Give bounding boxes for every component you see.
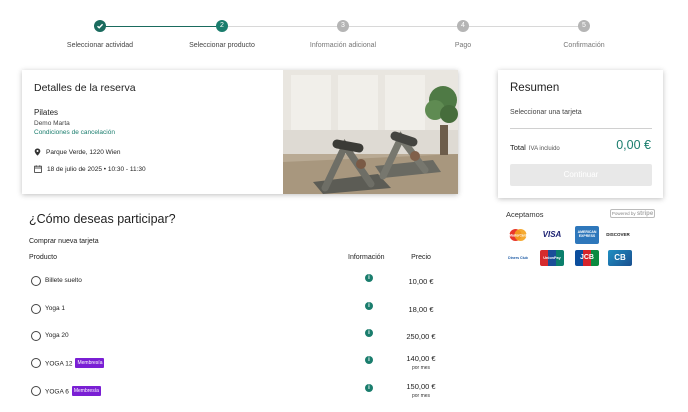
column-header-price: Precio [411,254,431,261]
total-amount: 0,00 € [616,138,651,152]
step-number: 2 [216,20,228,32]
stepper-line [100,26,222,27]
svg-text:MasterCard: MasterCard [509,234,527,238]
product-price: 250,00 € [406,332,436,341]
product-radio[interactable] [31,276,41,286]
product-name: YOGA 6 Membresía [45,386,101,397]
product-name: Yoga 20 [45,332,69,339]
step-number: 3 [337,20,349,32]
datetime-text: 18 de julio de 2025 • 10:30 - 11:30 [47,165,146,173]
product-radio[interactable] [31,386,41,396]
activity-name: Pilates [34,108,59,117]
product-price: 10,00 € [408,277,434,286]
yoga-class-photo [283,70,458,194]
location-row: Parque Verde, 1220 Wien [34,148,274,156]
location-pin-icon [34,148,41,156]
step-label: Seleccionar actividad [66,42,134,49]
column-header-info: Información [348,254,385,261]
summary-card: Resumen Seleccionar una tarjeta Total IVA… [498,70,663,198]
jcb-icon: JCB [575,250,599,266]
product-name: Yoga 1 [45,305,66,312]
diners-club-icon: Diners Club [508,256,528,260]
location-text: Parque Verde, 1220 Wien [46,148,121,156]
tax-note: IVA incluido [528,146,560,152]
step-select-activity[interactable]: Seleccionar actividad [40,20,160,49]
continue-button[interactable]: Continuar [510,164,652,186]
buy-new-card-label: Comprar nueva tarjeta [29,238,99,245]
product-row[interactable]: YOGA 12 Membresía i 140,00 € por mes [29,354,449,384]
datetime-row: 18 de julio de 2025 • 10:30 - 11:30 [34,165,274,173]
step-label: Información adicional [309,42,377,49]
visa-icon: VISA [542,230,562,239]
amex-icon: AMERICAN EXPRESS [575,226,599,244]
step-number: 4 [457,20,469,32]
discover-icon: DISCOVER [606,232,630,237]
price-period: por mes [411,393,431,399]
product-row[interactable]: Yoga 20 i 250,00 € [29,329,449,357]
price-period: por mes [411,365,431,371]
stepper-line [222,26,586,27]
product-price: 140,00 € [406,354,436,363]
product-radio[interactable] [31,331,41,341]
instructor-name: Demo Marta [34,120,70,127]
step-label: Confirmación [563,42,605,49]
product-name-text: YOGA 12 [45,360,73,368]
product-row[interactable]: Yoga 1 i 18,00 € [29,302,449,330]
stripe-prefix: Powered by [611,211,636,216]
membership-badge: Membresía [75,358,105,368]
mastercard-icon: MasterCard [506,227,530,243]
participation-title: ¿Cómo deseas participar? [29,212,176,226]
product-name: YOGA 12 Membresía [45,358,105,369]
cancellation-policy-link[interactable]: Condiciones de cancelación [34,129,274,136]
stripe-name: stripe [636,211,654,217]
progress-stepper: Seleccionar actividad 2 Seleccionar prod… [0,20,688,60]
reservation-details-card: Detalles de la reserva Pilates Demo Mart… [22,70,458,194]
info-icon[interactable]: i [365,356,373,364]
product-price: 18,00 € [408,305,434,314]
product-row[interactable]: YOGA 6 Membresía i 150,00 € por mes [29,382,449,412]
info-icon[interactable]: i [365,384,373,392]
product-radio[interactable] [31,358,41,368]
info-icon[interactable]: i [365,329,373,337]
step-label: Seleccionar producto [189,42,255,49]
info-icon[interactable]: i [365,274,373,282]
product-row[interactable]: Billete suelto i 10,00 € [29,274,449,302]
step-number: 5 [578,20,590,32]
reservation-title: Detalles de la reserva [34,82,136,94]
calendar-icon [34,165,42,173]
info-icon[interactable]: i [365,302,373,310]
total-text: Total [510,143,526,152]
product-name: Billete suelto [45,277,82,284]
step-additional-info: 3 Información adicional [283,20,403,49]
powered-by-stripe-badge: Powered by stripe [610,209,655,218]
step-confirmation: 5 Confirmación [524,20,644,49]
membership-badge: Membresía [71,386,101,396]
summary-title: Resumen [510,82,560,94]
step-select-product[interactable]: 2 Seleccionar producto [162,20,282,49]
unionpay-icon: UnionPay [540,250,564,266]
accepted-payments-label: Aceptamos [506,210,544,219]
divider [510,128,652,129]
step-label: Pago [454,42,472,49]
cb-icon: CB [608,250,632,266]
total-label: Total IVA incluido [510,143,560,152]
step-payment: 4 Pago [403,20,523,49]
check-icon [94,20,106,32]
product-radio[interactable] [31,304,41,314]
product-price: 150,00 € [406,382,436,391]
column-header-product: Producto [29,254,58,261]
summary-subtitle: Seleccionar una tarjeta [510,109,582,116]
product-name-text: YOGA 6 [45,388,69,396]
